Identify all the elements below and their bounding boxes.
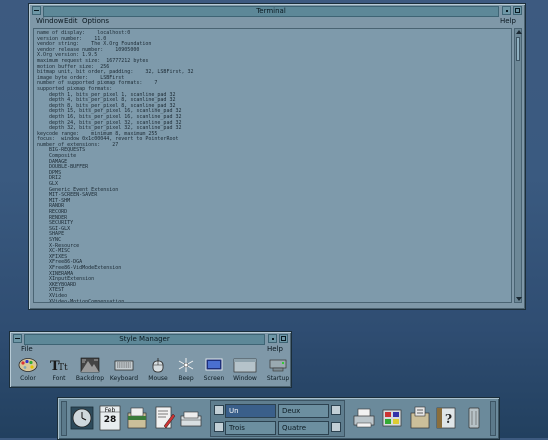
exit-button[interactable] <box>214 422 224 432</box>
terminal-output[interactable]: name of display: localhost:0 version numb… <box>33 28 512 303</box>
minimize-button[interactable] <box>268 334 277 343</box>
backdrop-icon <box>80 357 100 373</box>
svg-text:?: ? <box>445 412 452 426</box>
front-panel: Feb 28 Un Deux Trois Quatre ? <box>57 397 500 440</box>
scrollbar-thumb[interactable] <box>516 37 520 61</box>
wm-menu-button[interactable] <box>331 422 341 432</box>
style-manager-menubar: File Help <box>13 344 288 354</box>
menu-window[interactable]: Window <box>36 16 64 26</box>
help-icon[interactable]: ? <box>434 404 458 432</box>
workspace-switcher: Un Deux Trois Quatre <box>210 400 345 437</box>
lock-screen-button[interactable] <box>214 405 224 415</box>
maximize-button[interactable] <box>279 334 288 343</box>
tool-color[interactable]: Color <box>14 357 42 385</box>
terminal-menubar: Window Edit Options Help <box>32 16 522 26</box>
keyboard-icon <box>114 360 134 371</box>
tool-keyboard[interactable]: Keyboard <box>110 357 138 385</box>
window-menu-button[interactable] <box>13 334 22 343</box>
maximize-button[interactable] <box>513 6 522 15</box>
tool-font[interactable]: T Tt Font <box>45 357 73 385</box>
calendar-day: 28 <box>103 415 117 425</box>
font-icon: T Tt <box>50 359 68 373</box>
workspace-quatre[interactable]: Quatre <box>278 421 329 435</box>
terminal-title: Terminal <box>256 7 286 15</box>
terminal-line: XVideo-MotionCompensation <box>37 298 125 303</box>
workspace-un[interactable]: Un <box>225 404 276 418</box>
style-manager-toolbar: Color T Tt Font Backdrop Keyboard Mouse … <box>14 357 289 385</box>
tool-label: Window <box>233 375 257 382</box>
tool-window[interactable]: Window <box>231 357 259 385</box>
tool-label: Backdrop <box>75 375 105 382</box>
calendar-month: Feb <box>104 407 116 414</box>
clock-icon[interactable] <box>70 404 94 432</box>
tool-label: Startup <box>266 375 290 382</box>
beep-icon <box>178 358 194 372</box>
tool-backdrop[interactable]: Backdrop <box>76 357 104 385</box>
menu-edit[interactable]: Edit <box>64 16 78 26</box>
busy-light <box>331 405 341 415</box>
minimize-button[interactable] <box>502 6 511 15</box>
workspace-deux[interactable]: Deux <box>278 404 329 418</box>
mouse-icon <box>152 358 164 373</box>
palette-icon <box>18 358 38 372</box>
scroll-down-arrow-icon[interactable] <box>516 297 522 301</box>
panel-handle-right[interactable] <box>490 401 496 436</box>
menu-file[interactable]: File <box>21 344 33 354</box>
mailer-icon[interactable] <box>179 404 203 432</box>
menu-help[interactable]: Help <box>267 344 283 354</box>
terminal-scrollbar[interactable] <box>514 28 522 303</box>
menu-help[interactable]: Help <box>500 16 516 26</box>
startup-icon <box>269 359 287 372</box>
calendar-icon[interactable]: Feb 28 <box>98 404 122 432</box>
panel-handle-left[interactable] <box>61 401 67 436</box>
terminal-window[interactable]: Terminal Window Edit Options Help name o… <box>28 3 526 310</box>
svg-text:Tt: Tt <box>58 363 68 373</box>
window-icon <box>233 358 257 373</box>
printer-icon[interactable] <box>352 404 376 432</box>
file-manager-icon[interactable] <box>125 404 149 432</box>
workspace-trois[interactable]: Trois <box>225 421 276 435</box>
style-manager-icon[interactable] <box>380 404 404 432</box>
scroll-up-arrow-icon[interactable] <box>516 30 522 34</box>
application-manager-icon[interactable] <box>408 404 432 432</box>
window-menu-button[interactable] <box>32 6 41 15</box>
tool-screen[interactable]: Screen <box>200 357 228 385</box>
text-editor-icon[interactable] <box>152 404 176 432</box>
trash-icon[interactable] <box>462 404 486 432</box>
tool-label: Keyboard <box>109 375 139 382</box>
menu-options[interactable]: Options <box>82 16 109 26</box>
style-manager-title: Style Manager <box>119 335 170 343</box>
tool-startup[interactable]: Startup <box>264 357 292 385</box>
screen-icon <box>205 358 223 371</box>
style-manager-window[interactable]: Style Manager File Help Color T Tt Font <box>9 331 292 388</box>
